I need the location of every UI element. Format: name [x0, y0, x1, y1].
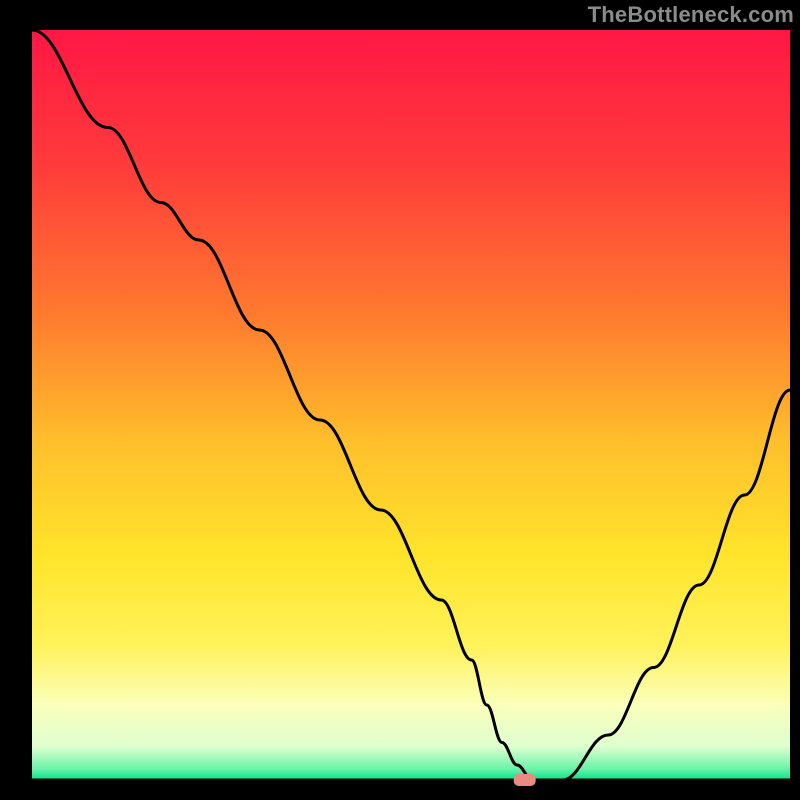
optimal-point-marker	[514, 774, 536, 786]
watermark-label: TheBottleneck.com	[588, 2, 794, 28]
bottleneck-chart	[0, 0, 800, 800]
chart-container: TheBottleneck.com	[0, 0, 800, 800]
chart-gradient-bg	[32, 30, 790, 780]
